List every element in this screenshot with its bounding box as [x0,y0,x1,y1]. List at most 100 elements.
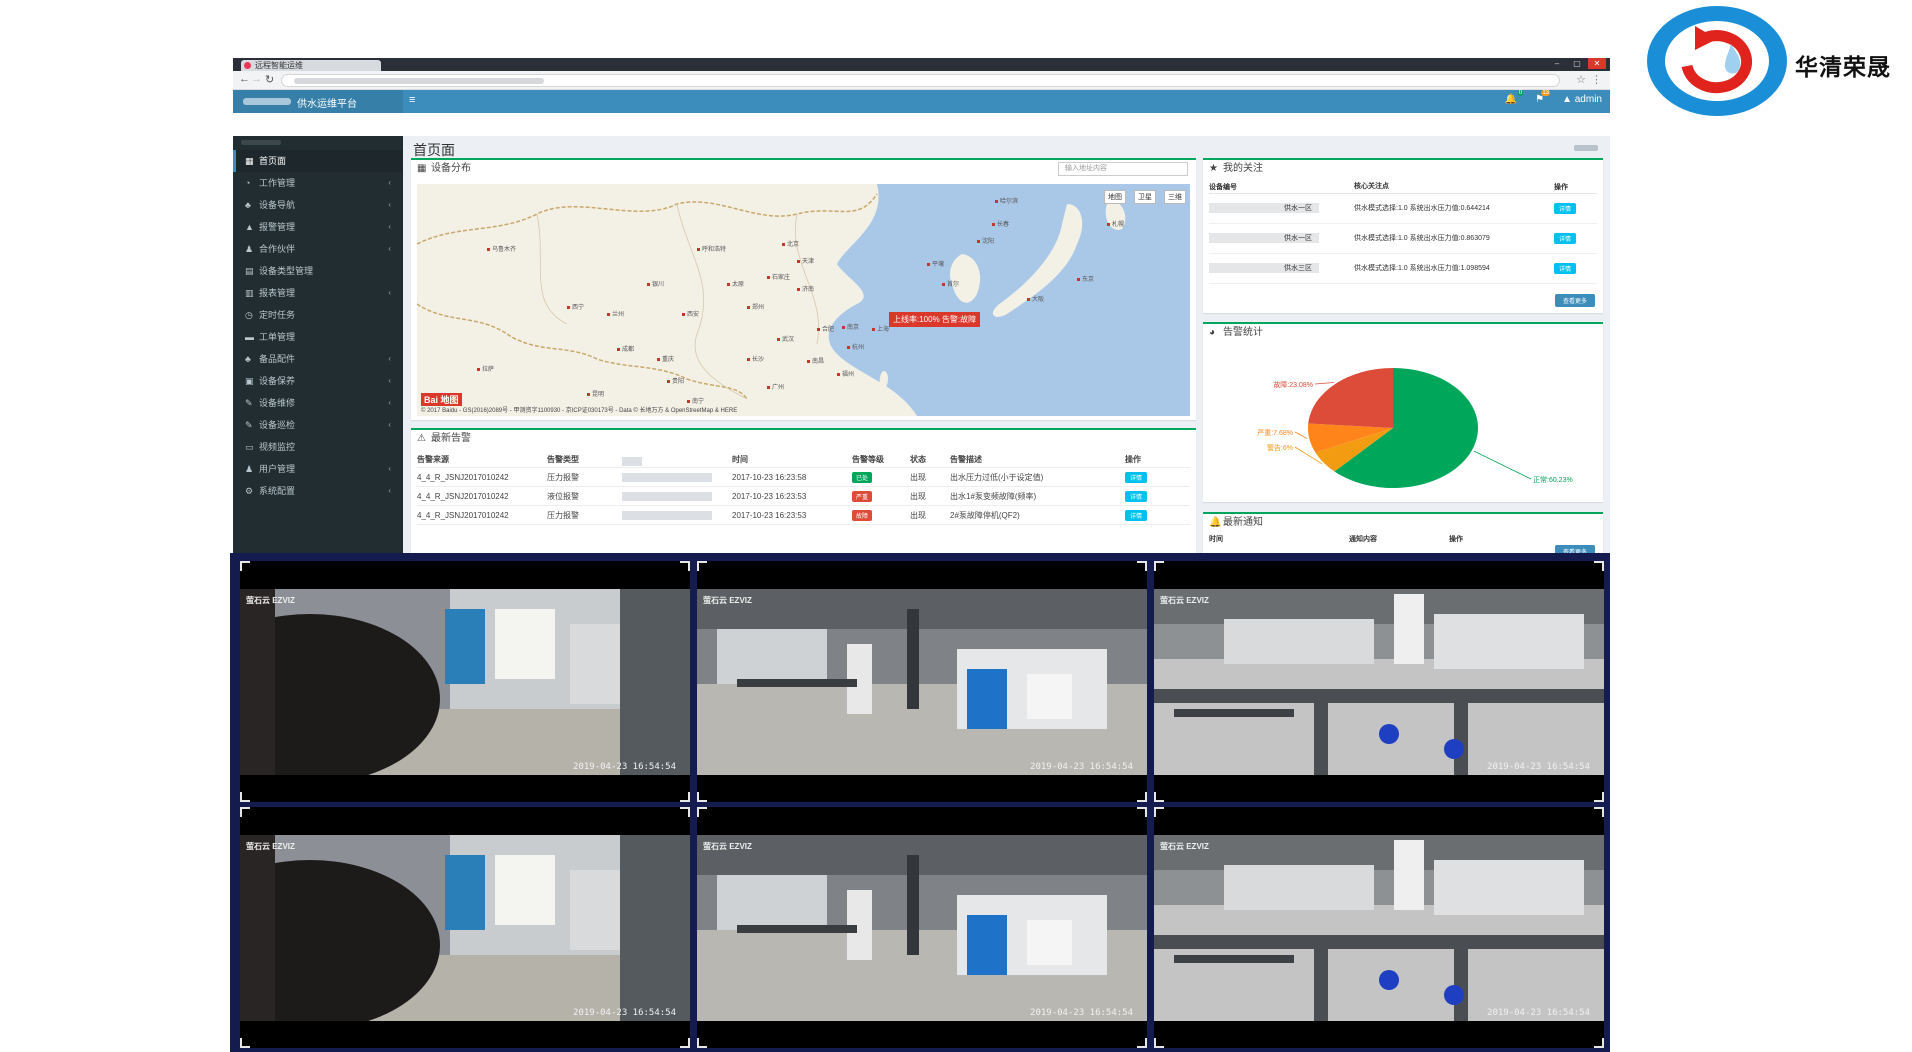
follow-detail-button[interactable]: 详情 [1554,233,1577,244]
brand-seal-icon [1647,6,1787,116]
map-city-label: 石家庄 [767,272,790,281]
star-icon[interactable]: ☆ [1576,73,1586,86]
alarm-detail-button[interactable]: 详情 [1125,490,1148,502]
follow-action-cell: 详情 [1554,263,1594,274]
alarm-detail-button[interactable]: 详情 [1125,471,1148,483]
kebab-icon[interactable]: ⋮ [1591,73,1602,86]
chevron-left-icon: ‹ [388,200,391,209]
map-search-input[interactable]: 输入地址内容 [1058,162,1188,176]
close-icon[interactable]: ✕ [1588,58,1606,69]
reload-icon[interactable]: ↻ [265,73,274,86]
sidebar-item-9[interactable]: ♣ 备品配件 ‹ [233,348,403,370]
3d-type-button[interactable]: 三维 [1164,190,1186,204]
alarm-time: 2017-10-23 16:23:53 [732,510,807,520]
maximize-icon[interactable]: ▢ [1568,58,1586,69]
camera-feed-4[interactable]: 萤石云 EZVIZ 2019-04-23 16:54:54 [240,807,690,1048]
alarm-detail-button[interactable]: 详情 [1125,509,1148,521]
sidebar-item-icon: ✎ [245,420,253,430]
alarm-level-badge: 已处 [852,471,873,483]
my-follow-panel: ★ 我的关注 设备编号 核心关注点 操作 供水一区 供水模式选择:1.0 系统出水… [1203,158,1603,313]
sidebar-item-15[interactable]: ⚙ 系统配置 ‹ [233,480,403,502]
follow-device: 供水一区 [1209,194,1354,223]
sidebar-item-5[interactable]: ▤ 设备类型管理 [233,260,403,282]
ezviz-watermark: 萤石云 EZVIZ [246,842,295,851]
alarm-source: 4_4_R_JSNJ2017010242 [417,510,509,520]
frame-corner [1154,1038,1164,1048]
forward-icon[interactable]: → [251,73,262,85]
follow-more-button[interactable]: 查看更多 [1554,294,1595,307]
frame-corner [697,792,707,802]
follow-info: 供水模式选择:1.0 系统出水压力值:0.863079 [1354,235,1490,242]
alert-flag-icon[interactable]: ⚑ 13 [1535,90,1551,105]
sidebar-item-7[interactable]: ◷ 定时任务 [233,304,403,326]
map-canvas[interactable]: 地图 卫星 三维 哈尔滨 长春 沈阳 北京 天津 石家庄 太原 济南 郑州 西安 兰州 西宁 银川 呼和浩… [417,184,1190,416]
alarm-row: 4_4_R_JSNJ2017010242 压力报警 2017-10-23 16:23… [417,506,1190,525]
camera-timestamp: 2019-04-23 16:54:54 [1030,762,1133,772]
sidebar-toggle-icon[interactable]: ≡ [409,94,415,106]
minimize-icon[interactable]: – [1548,58,1566,69]
back-icon[interactable]: ← [239,73,250,85]
alarm-stats-title: 告警统计 [1223,327,1263,338]
camera-feed-1[interactable]: 萤石云 EZVIZ 2019-04-23 16:54:54 [240,561,690,802]
camera-feed-3[interactable]: 萤石云 EZVIZ 2019-04-23 16:54:54 [1154,561,1604,802]
pie-slice-故障[interactable] [1308,368,1393,428]
sidebar-item-icon: ♣ [245,200,251,210]
app-logo-area[interactable]: 供水运维平台 [233,90,403,113]
map-city-label: 长春 [992,219,1009,228]
sidebar-item-12[interactable]: ✎ 设备巡检 ‹ [233,414,403,436]
user-menu[interactable]: ▲ admin [1562,94,1602,105]
map-city-label: 长沙 [747,354,764,363]
alarm-col-desc: 告警描述 [950,455,982,464]
sidebar-item-4[interactable]: ♟ 合作伙伴 ‹ [233,238,403,260]
sidebar-item-2[interactable]: ♣ 设备导航 ‹ [233,194,403,216]
browser-tabbar: 远程智能运维 – ▢ ✕ [233,58,1610,71]
camera-feed-2[interactable]: 萤石云 EZVIZ 2019-04-23 16:54:54 [697,561,1147,802]
sidebar-item-13[interactable]: ▭ 视频监控 [233,436,403,458]
chevron-left-icon: ‹ [388,244,391,253]
follow-detail-button[interactable]: 详情 [1554,263,1577,274]
sidebar-item-14[interactable]: ♟ 用户管理 ‹ [233,458,403,480]
sidebar-item-10[interactable]: ▣ 设备保养 ‹ [233,370,403,392]
browser-tab[interactable]: 远程智能运维 [241,60,381,71]
satellite-type-button[interactable]: 卫星 [1134,190,1156,204]
sidebar-item-label: 备品配件 [259,354,296,364]
follow-row: 供水一区 供水模式选择:1.0 系统出水压力值:0.644214 详情 [1209,194,1597,224]
camera-feed-6[interactable]: 萤石云 EZVIZ 2019-04-23 16:54:54 [1154,807,1604,1048]
map-city-label: 上海 [872,324,889,333]
sidebar-item-icon: ▣ [245,376,254,386]
map-city-label: 沈阳 [977,236,994,245]
map-city-label: 西安 [682,309,699,318]
alarm-col-level: 告警等级 [852,455,884,464]
frame-corner [1137,807,1147,817]
sidebar-item-3[interactable]: ▲ 报警管理 ‹ [233,216,403,238]
notification-bell-icon[interactable]: 🔔 0 [1505,90,1524,105]
sidebar-item-label: 设备巡检 [259,420,296,430]
map-marker-popup[interactable]: 上线率:100% 告警:故障 [889,312,981,327]
map-type-button[interactable]: 地图 [1104,190,1126,204]
sidebar-item-label: 合作伙伴 [259,244,296,254]
chevron-left-icon: ‹ [388,354,391,363]
sidebar-item-11[interactable]: ✎ 设备维修 ‹ [233,392,403,414]
address-bar: ← → ↻ ☆ ⋮ [233,71,1610,90]
sidebar-item-6[interactable]: ▥ 报表管理 ‹ [233,282,403,304]
sidebar-item-icon: ♣ [245,354,251,364]
sidebar-item-8[interactable]: ▬ 工单管理 [233,326,403,348]
map-city-label: 贵阳 [667,376,684,385]
device-map-header: ▦ 设备分布 输入地址内容 [411,160,1196,178]
chevron-left-icon: ‹ [388,486,391,495]
camera-feed-5[interactable]: 萤石云 EZVIZ 2019-04-23 16:54:54 [697,807,1147,1048]
map-geography [417,184,1190,416]
sidebar-item-1[interactable]: ◔ 工作管理 ‹ [233,172,403,194]
follow-detail-button[interactable]: 详情 [1554,203,1577,214]
ezviz-watermark: 萤石云 EZVIZ [703,842,752,851]
notice-col-time: 时间 [1209,536,1223,543]
sidebar-item-icon: ▲ [245,222,254,232]
brand-logo: 华清荣晟 [1640,2,1910,122]
alarm-col-hidden [622,452,732,467]
follow-action-cell: 详情 [1554,203,1594,214]
url-input[interactable] [281,74,1560,87]
sidebar-item-0[interactable]: ▦ 首页面 [233,150,403,172]
frame-corner [240,561,250,571]
map-city-label: 呼和浩特 [697,244,726,253]
camera-frame-pump-room [697,589,1147,775]
